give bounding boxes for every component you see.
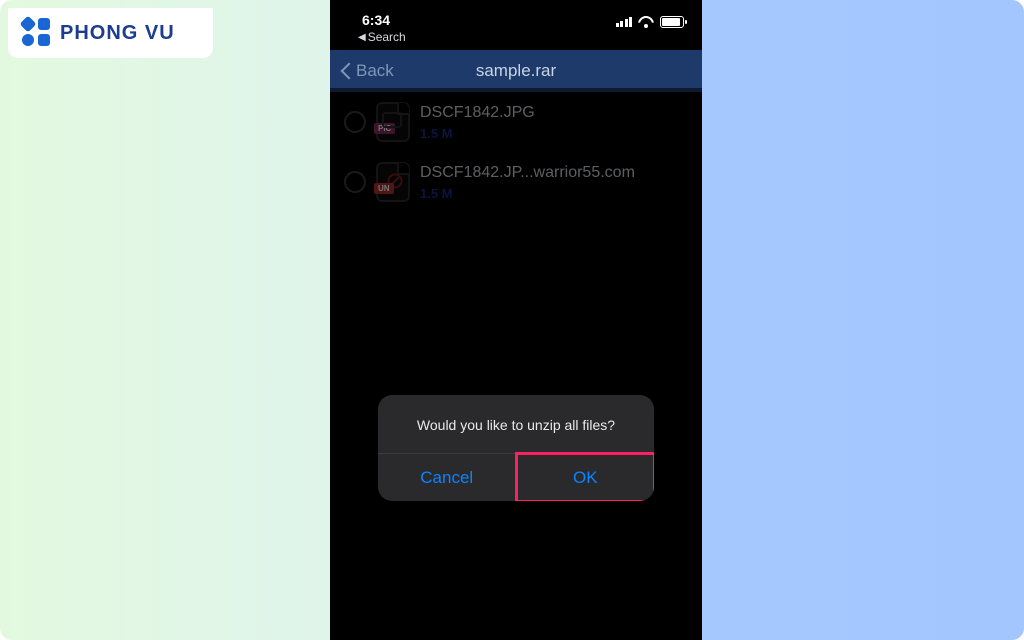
brand-name: PHONG VU	[60, 22, 175, 45]
chevron-left-small-icon: ◀	[358, 32, 366, 43]
status-time: 6:34	[362, 12, 390, 28]
back-button[interactable]: Back	[340, 61, 394, 81]
brand-logo-icon	[22, 18, 52, 48]
alert-message: Would you like to unzip all files?	[378, 395, 654, 453]
file-type-pic-icon: PIC	[376, 102, 410, 142]
ok-button[interactable]: OK	[516, 454, 655, 501]
phone-frame: 6:34 ◀ Search Back sample.rar PIC	[330, 0, 702, 640]
wifi-icon	[638, 16, 654, 28]
breadcrumb-back-search[interactable]: ◀ Search	[330, 30, 702, 50]
file-name: DSCF1842.JP...warrior55.com	[420, 164, 635, 182]
nav-bar: Back sample.rar	[330, 50, 702, 92]
file-type-tag: PIC	[374, 123, 395, 134]
cancel-button[interactable]: Cancel	[378, 454, 516, 501]
select-radio[interactable]	[344, 171, 366, 193]
unzip-alert: Would you like to unzip all files? Cance…	[378, 395, 654, 501]
file-name: DSCF1842.JPG	[420, 104, 535, 122]
cellular-icon	[616, 17, 633, 27]
back-label: Back	[356, 61, 394, 81]
file-type-blocked-icon: UN	[376, 162, 410, 202]
select-radio[interactable]	[344, 111, 366, 133]
list-item[interactable]: UN DSCF1842.JP...warrior55.com 1.5 M	[330, 152, 702, 212]
breadcrumb-label: Search	[368, 30, 406, 44]
canvas: PHONG VU 6:34 ◀ Search Back sample.rar	[0, 0, 1024, 640]
file-type-tag: UN	[374, 183, 394, 194]
list-item[interactable]: PIC DSCF1842.JPG 1.5 M	[330, 92, 702, 152]
brand-card: PHONG VU	[8, 8, 213, 58]
ok-label: OK	[573, 468, 598, 488]
file-size: 1.5 M	[420, 126, 535, 141]
status-bar: 6:34	[330, 0, 702, 30]
file-list: PIC DSCF1842.JPG 1.5 M UN DSCF1842.JP...…	[330, 92, 702, 212]
chevron-left-icon	[340, 62, 352, 80]
battery-icon	[660, 16, 684, 28]
file-size: 1.5 M	[420, 186, 635, 201]
